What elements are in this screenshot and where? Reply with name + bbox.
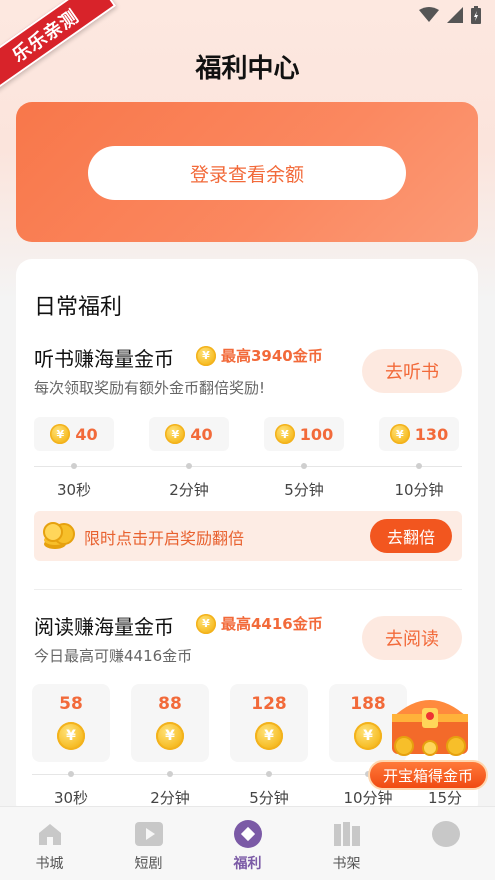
section-title: 日常福利: [34, 295, 123, 320]
read-max-text: 最高4416金币: [221, 615, 323, 633]
read-reward-card: 58 ¥: [32, 684, 110, 762]
progress-dot: [71, 463, 77, 469]
nav-item-shortdrama[interactable]: 短剧: [99, 807, 198, 880]
signal-icon: [447, 7, 463, 23]
treasure-label: 开宝箱得金币: [368, 760, 488, 790]
coin-icon: ¥: [165, 424, 186, 444]
listen-reward-pill: ¥ 40: [34, 417, 114, 451]
read-reward-value: 128: [251, 694, 287, 714]
nav-item-welfare[interactable]: 福利: [198, 807, 297, 880]
balance-card: 登录查看余额: [16, 102, 478, 242]
read-task-title: 阅读赚海量金币: [34, 615, 174, 639]
coin-icon: ¥: [50, 424, 71, 444]
time-label: 5分钟: [284, 481, 324, 499]
listen-max-text: 最高3940金币: [221, 347, 323, 365]
listen-reward-value: 40: [190, 424, 213, 444]
login-button[interactable]: 登录查看余额: [88, 146, 406, 200]
coins-stack-icon: [43, 522, 75, 549]
double-reward-bar: 限时点击开启奖励翻倍 去翻倍: [34, 511, 462, 561]
read-max-tag: ¥ 最高4416金币: [196, 613, 323, 634]
listen-max-tag: ¥ 最高3940金币: [196, 345, 323, 366]
progress-dot: [68, 771, 74, 777]
listen-reward-pill: ¥ 100: [264, 417, 344, 451]
page-title: 福利中心: [195, 54, 300, 84]
wifi-icon: [419, 7, 439, 22]
coin-icon: ¥: [274, 424, 295, 444]
time-label: 2分钟: [150, 789, 190, 807]
progress-dot: [186, 463, 192, 469]
time-label: 2分钟: [169, 481, 209, 499]
profile-icon: [431, 819, 461, 849]
bottom-nav: 书城 短剧 福利 书架: [0, 806, 495, 880]
time-label: 30秒: [53, 789, 89, 807]
progress-dot: [416, 463, 422, 469]
go-double-button[interactable]: 去翻倍: [370, 519, 452, 553]
listen-task-title: 听书赚海量金币: [34, 347, 174, 371]
listen-reward-pill: ¥ 40: [149, 417, 229, 451]
treasure-chest-icon: [392, 700, 468, 756]
listen-reward-value: 130: [414, 424, 449, 444]
coin-icon: ¥: [255, 722, 283, 750]
coin-icon: ¥: [389, 424, 410, 444]
coin-icon: ¥: [196, 613, 216, 634]
nav-label: 书城: [35, 856, 64, 872]
battery-icon: [471, 6, 481, 24]
go-read-button[interactable]: 去阅读: [362, 616, 462, 660]
read-reward-card: 128 ¥: [230, 684, 308, 762]
listen-reward-pill: ¥ 130: [379, 417, 459, 451]
listen-task-subtitle: 每次领取奖励有额外金币翻倍奖励!: [34, 379, 266, 397]
listen-reward-value: 40: [75, 424, 98, 444]
nav-item-bookshelf[interactable]: 书架: [297, 807, 396, 880]
time-label: 5分钟: [249, 789, 289, 807]
welfare-icon: [233, 819, 263, 849]
listen-reward-value: 100: [299, 424, 334, 444]
bookshelf-icon: [332, 819, 362, 849]
play-icon: [134, 819, 164, 849]
double-reward-text: 限时点击开启奖励翻倍: [84, 529, 245, 548]
nav-label: 书架: [332, 856, 361, 872]
divider: [34, 589, 462, 590]
nav-label: 短剧: [134, 856, 163, 872]
nav-item-bookstore[interactable]: 书城: [0, 807, 99, 880]
nav-item-profile[interactable]: [396, 807, 495, 880]
progress-track: [34, 466, 462, 467]
read-reward-card: 88 ¥: [131, 684, 209, 762]
progress-dot: [301, 463, 307, 469]
read-reward-value: 58: [59, 694, 83, 714]
nav-label: 福利: [233, 856, 262, 872]
progress-dot: [167, 771, 173, 777]
time-label: 30秒: [56, 481, 92, 499]
home-icon: [35, 819, 65, 849]
read-task-subtitle: 今日最高可赚4416金币: [34, 647, 193, 665]
treasure-chest-widget[interactable]: 开宝箱得金币: [368, 686, 488, 791]
progress-dot: [266, 771, 272, 777]
time-label: 10分钟: [394, 481, 444, 499]
coin-icon: ¥: [196, 345, 216, 366]
read-reward-value: 88: [158, 694, 182, 714]
go-listen-button[interactable]: 去听书: [362, 349, 462, 393]
coin-icon: ¥: [57, 722, 85, 750]
coin-icon: ¥: [156, 722, 184, 750]
